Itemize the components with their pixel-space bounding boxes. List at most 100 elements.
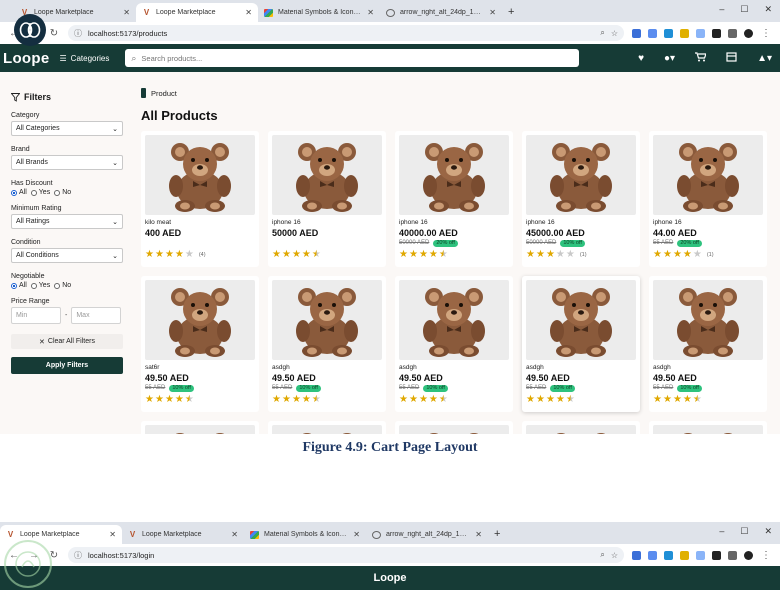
product-image[interactable] — [399, 280, 509, 360]
negotiable-radio-no[interactable]: No — [54, 282, 71, 289]
profile-avatar[interactable] — [744, 28, 753, 38]
menu-icon[interactable]: ⋮ — [760, 28, 772, 39]
url-field[interactable]: ⓘ localhost:5173/products ⌕ ☆ — [68, 25, 624, 41]
product-card[interactable]: kilo meat 400 AED ★ ★ ★ ★ ★ (4) — [141, 131, 259, 267]
product-card-partial[interactable] — [522, 421, 640, 434]
product-image[interactable] — [526, 280, 636, 360]
zoom-icon[interactable]: ⌕ — [600, 550, 604, 560]
url-field[interactable]: ⓘ localhost:5173/login ⌕ ☆ — [68, 547, 624, 563]
minimize-icon[interactable]: – — [719, 526, 724, 537]
reload-icon[interactable]: ↻ — [48, 28, 60, 39]
extensions-puzzle-icon[interactable] — [728, 550, 737, 560]
product-image[interactable] — [272, 425, 382, 434]
product-image[interactable] — [653, 280, 763, 360]
close-icon[interactable]: ✕ — [353, 530, 360, 539]
product-image[interactable] — [145, 425, 255, 434]
product-image[interactable] — [272, 280, 382, 360]
product-image[interactable] — [526, 425, 636, 434]
discount-radio-yes[interactable]: Yes — [30, 189, 50, 196]
browser-tab[interactable]: V Loope Marketplace ✕ — [122, 525, 244, 544]
product-card[interactable]: asdgh 49.50 AED 55 AED 10% off ★ ★ ★ ★ ★ — [522, 276, 640, 412]
product-card-partial[interactable] — [649, 421, 767, 434]
minimize-icon[interactable]: – — [719, 4, 724, 15]
max-price-input[interactable]: Max — [71, 307, 122, 324]
profile-avatar[interactable] — [744, 550, 753, 560]
close-icon[interactable]: ✕ — [109, 530, 116, 539]
product-image[interactable] — [653, 135, 763, 215]
browser-tab[interactable]: Material Symbols & Icons - Goo... ✕ — [244, 525, 366, 544]
product-card[interactable]: iphone 16 45000.00 AED 50000 AED 10% off ★ ★ ★… — [522, 131, 640, 267]
apply-filters-button[interactable]: Apply Filters — [11, 357, 123, 374]
extension-icon[interactable] — [632, 28, 641, 38]
close-icon[interactable]: ✕ — [489, 8, 496, 17]
product-image[interactable] — [653, 425, 763, 434]
bookmark-star-icon[interactable]: ☆ — [611, 551, 618, 560]
clear-filters-button[interactable]: ✕ Clear All Filters — [11, 334, 123, 349]
categories-button[interactable]: ☰ Categories — [60, 54, 110, 63]
close-window-icon[interactable]: ✕ — [764, 526, 772, 537]
min-price-input[interactable]: Min — [11, 307, 61, 324]
extension-icon[interactable] — [712, 28, 721, 38]
product-card[interactable]: asdgh 49.50 AED 55 AED 10% off ★ ★ ★ ★ ★ — [649, 276, 767, 412]
browser-tab[interactable]: Material Symbols & Icons - Goo... ✕ — [258, 3, 380, 22]
negotiable-radio-all[interactable]: All — [11, 282, 27, 289]
close-icon[interactable]: ✕ — [231, 530, 238, 539]
zoom-icon[interactable]: ⌕ — [600, 28, 604, 38]
condition-select[interactable]: All Conditions ⌄ — [11, 248, 123, 263]
extensions-puzzle-icon[interactable] — [728, 28, 737, 38]
product-image[interactable] — [399, 425, 509, 434]
product-card[interactable]: asdgh 49.50 AED 55 AED 10% off ★ ★ ★ ★ ★ — [395, 276, 513, 412]
extension-icon[interactable] — [632, 550, 641, 560]
brand-logo[interactable]: Loope — [3, 50, 50, 67]
product-card[interactable]: asdgh 49.50 AED 55 AED 10% off ★ ★ ★ ★ ★ — [268, 276, 386, 412]
negotiable-radio-yes[interactable]: Yes — [30, 282, 50, 289]
browser-tab-active[interactable]: V Loope Marketplace ✕ — [136, 3, 258, 22]
discount-radio-no[interactable]: No — [54, 189, 71, 196]
close-icon[interactable]: ✕ — [245, 8, 252, 17]
product-card[interactable]: sat6r 49.50 AED 55 AED 10% off ★ ★ ★ ★ ★ — [141, 276, 259, 412]
brand-select[interactable]: All Brands ⌄ — [11, 155, 123, 170]
search-input[interactable] — [141, 53, 574, 63]
store-icon[interactable] — [726, 51, 737, 65]
product-image[interactable] — [272, 135, 382, 215]
browser-tab[interactable]: arrow_right_alt_24dp_1F403C_... ✕ — [366, 525, 488, 544]
search-box[interactable]: ⌕ — [125, 49, 580, 67]
heart-icon[interactable]: ♥ — [638, 53, 644, 64]
maximize-icon[interactable]: ☐ — [740, 526, 748, 537]
extension-icon[interactable] — [696, 550, 705, 560]
product-card-partial[interactable] — [268, 421, 386, 434]
category-select[interactable]: All Categories ⌄ — [11, 121, 123, 136]
maximize-icon[interactable]: ☐ — [740, 4, 748, 15]
extension-icon[interactable] — [680, 550, 689, 560]
product-image[interactable] — [526, 135, 636, 215]
product-card[interactable]: iphone 16 50000 AED ★ ★ ★ ★ ★ — [268, 131, 386, 267]
product-card-partial[interactable] — [395, 421, 513, 434]
discount-radio-all[interactable]: All — [11, 189, 27, 196]
site-info-icon[interactable]: ⓘ — [74, 28, 82, 39]
extension-icon[interactable] — [664, 550, 673, 560]
extension-icon[interactable] — [712, 550, 721, 560]
browser-tab[interactable]: arrow_right_alt_24dp_1F403C_... ✕ — [380, 3, 502, 22]
close-icon[interactable]: ✕ — [367, 8, 374, 17]
extension-icon[interactable] — [696, 28, 705, 38]
breadcrumb-product[interactable]: Product — [151, 89, 177, 98]
extension-icon[interactable] — [664, 28, 673, 38]
new-tab-icon[interactable]: + — [494, 528, 500, 540]
close-window-icon[interactable]: ✕ — [764, 4, 772, 15]
account-menu-icon[interactable]: ●▾ — [664, 53, 675, 64]
menu-icon[interactable]: ⋮ — [760, 550, 772, 561]
product-image[interactable] — [145, 135, 255, 215]
site-info-icon[interactable]: ⓘ — [74, 550, 82, 561]
product-card-partial[interactable] — [141, 421, 259, 434]
product-image[interactable] — [399, 135, 509, 215]
notifications-bell-icon[interactable]: ▲▾ — [757, 53, 772, 64]
rating-select[interactable]: All Ratings ⌄ — [11, 214, 123, 229]
brand-logo[interactable]: Loope — [374, 572, 407, 584]
bookmark-star-icon[interactable]: ☆ — [611, 29, 618, 38]
close-icon[interactable]: ✕ — [123, 8, 130, 17]
extension-icon[interactable] — [648, 550, 657, 560]
product-card[interactable]: iphone 16 40000.00 AED 50000 AED 20% off ★ ★ ★… — [395, 131, 513, 267]
extension-icon[interactable] — [680, 28, 689, 38]
extension-icon[interactable] — [648, 28, 657, 38]
close-icon[interactable]: ✕ — [475, 530, 482, 539]
